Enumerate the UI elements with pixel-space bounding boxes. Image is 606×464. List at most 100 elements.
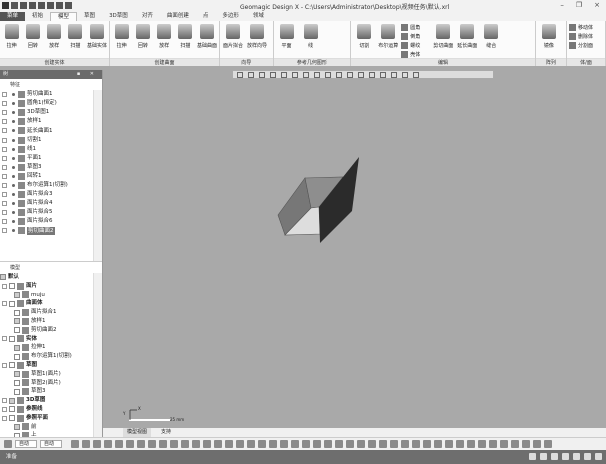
toolbar-icon[interactable]: [544, 440, 552, 448]
tab-0[interactable]: 菜单: [0, 12, 26, 21]
visibility-icon[interactable]: [12, 102, 15, 106]
small-button[interactable]: 螺纹: [401, 42, 430, 49]
view-icon[interactable]: [281, 72, 287, 78]
toolbar-icon[interactable]: [511, 440, 519, 448]
list-item[interactable]: 参照线: [0, 405, 102, 414]
toolbar-icon[interactable]: [313, 440, 321, 448]
checkbox[interactable]: [14, 344, 20, 351]
visibility-icon[interactable]: [12, 111, 15, 115]
expand-icon[interactable]: [2, 110, 7, 116]
list-item[interactable]: 实体: [0, 335, 102, 344]
toolbar-icon[interactable]: [192, 440, 200, 448]
list-item[interactable]: 3D草图1: [0, 108, 102, 117]
toolbar-icon[interactable]: [137, 440, 145, 448]
expand-icon[interactable]: [2, 210, 7, 216]
ribbon-button[interactable]: 回转: [23, 24, 42, 49]
ribbon-button[interactable]: 放样向导: [246, 24, 268, 49]
expand-icon[interactable]: [2, 155, 7, 161]
select-icon[interactable]: [402, 72, 408, 78]
list-item[interactable]: 草图1(面片): [0, 370, 102, 379]
save-icon[interactable]: [29, 2, 36, 9]
toolbar-icon[interactable]: [236, 440, 244, 448]
toolbar-icon[interactable]: [346, 440, 354, 448]
small-button[interactable]: 移动体: [569, 24, 593, 31]
new-icon[interactable]: [11, 2, 18, 9]
list-item[interactable]: 参照平面: [0, 414, 102, 423]
tab-2[interactable]: 模型: [50, 12, 78, 21]
visibility-icon[interactable]: [12, 156, 15, 160]
expand-icon[interactable]: [2, 182, 7, 188]
ribbon-button[interactable]: 放样: [155, 24, 174, 49]
expand-icon[interactable]: [2, 336, 7, 342]
open-icon[interactable]: [20, 2, 27, 9]
select-icon[interactable]: [358, 72, 364, 78]
expand-icon[interactable]: [2, 398, 7, 404]
ribbon-button[interactable]: 线: [300, 24, 322, 49]
ribbon-button[interactable]: 基础曲面: [197, 24, 217, 49]
toolbar-icon[interactable]: [148, 440, 156, 448]
view-icon[interactable]: [325, 72, 331, 78]
expand-icon[interactable]: [2, 164, 7, 170]
checkbox[interactable]: [14, 309, 20, 316]
visibility-icon[interactable]: [12, 120, 15, 124]
toolbar-icon[interactable]: [412, 440, 420, 448]
tray-icon[interactable]: [595, 453, 602, 460]
select-icon[interactable]: [380, 72, 386, 78]
ribbon-button[interactable]: 基础实体: [87, 24, 107, 49]
list-item[interactable]: 默认: [0, 273, 102, 282]
toolbar-icon[interactable]: [533, 440, 541, 448]
select-icon[interactable]: [336, 72, 342, 78]
visibility-icon[interactable]: [12, 165, 15, 169]
list-item[interactable]: 拉伸1: [0, 343, 102, 352]
checkbox[interactable]: [14, 318, 20, 325]
model-scrollbar[interactable]: [93, 273, 102, 443]
toolbar-icon[interactable]: [159, 440, 167, 448]
toolbar-icon[interactable]: [181, 440, 189, 448]
toolbar-icon[interactable]: [324, 440, 332, 448]
visibility-icon[interactable]: [12, 229, 15, 233]
tab-1[interactable]: 初始: [25, 12, 50, 21]
expand-icon[interactable]: [2, 201, 7, 207]
ime-icon[interactable]: [529, 453, 536, 460]
checkbox[interactable]: [9, 300, 15, 307]
checkbox[interactable]: [14, 327, 20, 334]
toolbar-icon[interactable]: [258, 440, 266, 448]
checkbox[interactable]: [14, 371, 20, 378]
close-button[interactable]: ×: [594, 1, 600, 9]
list-item[interactable]: 面片拟合5: [0, 208, 102, 217]
select-icon[interactable]: [391, 72, 397, 78]
visibility-icon[interactable]: [12, 147, 15, 151]
select-icon[interactable]: [347, 72, 353, 78]
visibility-icon[interactable]: [12, 202, 15, 206]
view-icon[interactable]: [314, 72, 320, 78]
ribbon-button[interactable]: 回转: [133, 24, 152, 49]
list-item[interactable]: 延长曲面1: [0, 126, 102, 135]
ribbon-button[interactable]: 拉伸: [112, 24, 131, 49]
expand-icon[interactable]: [2, 128, 7, 134]
app-logo-icon[interactable]: [2, 2, 9, 9]
ribbon-button[interactable]: 镜像: [538, 24, 560, 49]
small-button[interactable]: 倒角: [401, 33, 430, 40]
toolbar-icon[interactable]: [203, 440, 211, 448]
small-button[interactable]: 圆角: [401, 24, 430, 31]
tab-3[interactable]: 草图: [77, 12, 102, 21]
small-button[interactable]: 分割面: [569, 42, 593, 49]
toolbar-icon[interactable]: [93, 440, 101, 448]
checkbox[interactable]: [14, 379, 20, 386]
ribbon-button[interactable]: 扫描: [176, 24, 195, 49]
toolbar-icon[interactable]: [302, 440, 310, 448]
expand-icon[interactable]: [2, 406, 7, 412]
list-item[interactable]: 草图: [0, 361, 102, 370]
view-icon[interactable]: [292, 72, 298, 78]
toolbar-icon[interactable]: [214, 440, 222, 448]
tab-model-view[interactable]: 模型视图: [123, 428, 152, 437]
toolbar-icon[interactable]: [456, 440, 464, 448]
checkbox[interactable]: [9, 362, 15, 369]
tray-icon[interactable]: [551, 453, 558, 460]
select-dropdown-1[interactable]: 自动: [15, 440, 37, 448]
minimize-button[interactable]: –: [560, 1, 564, 9]
list-item[interactable]: 剪切曲面2: [0, 226, 102, 236]
visibility-icon[interactable]: [12, 183, 15, 187]
toolbar-icon[interactable]: [390, 440, 398, 448]
ribbon-button[interactable]: 布尔运算: [377, 24, 399, 49]
